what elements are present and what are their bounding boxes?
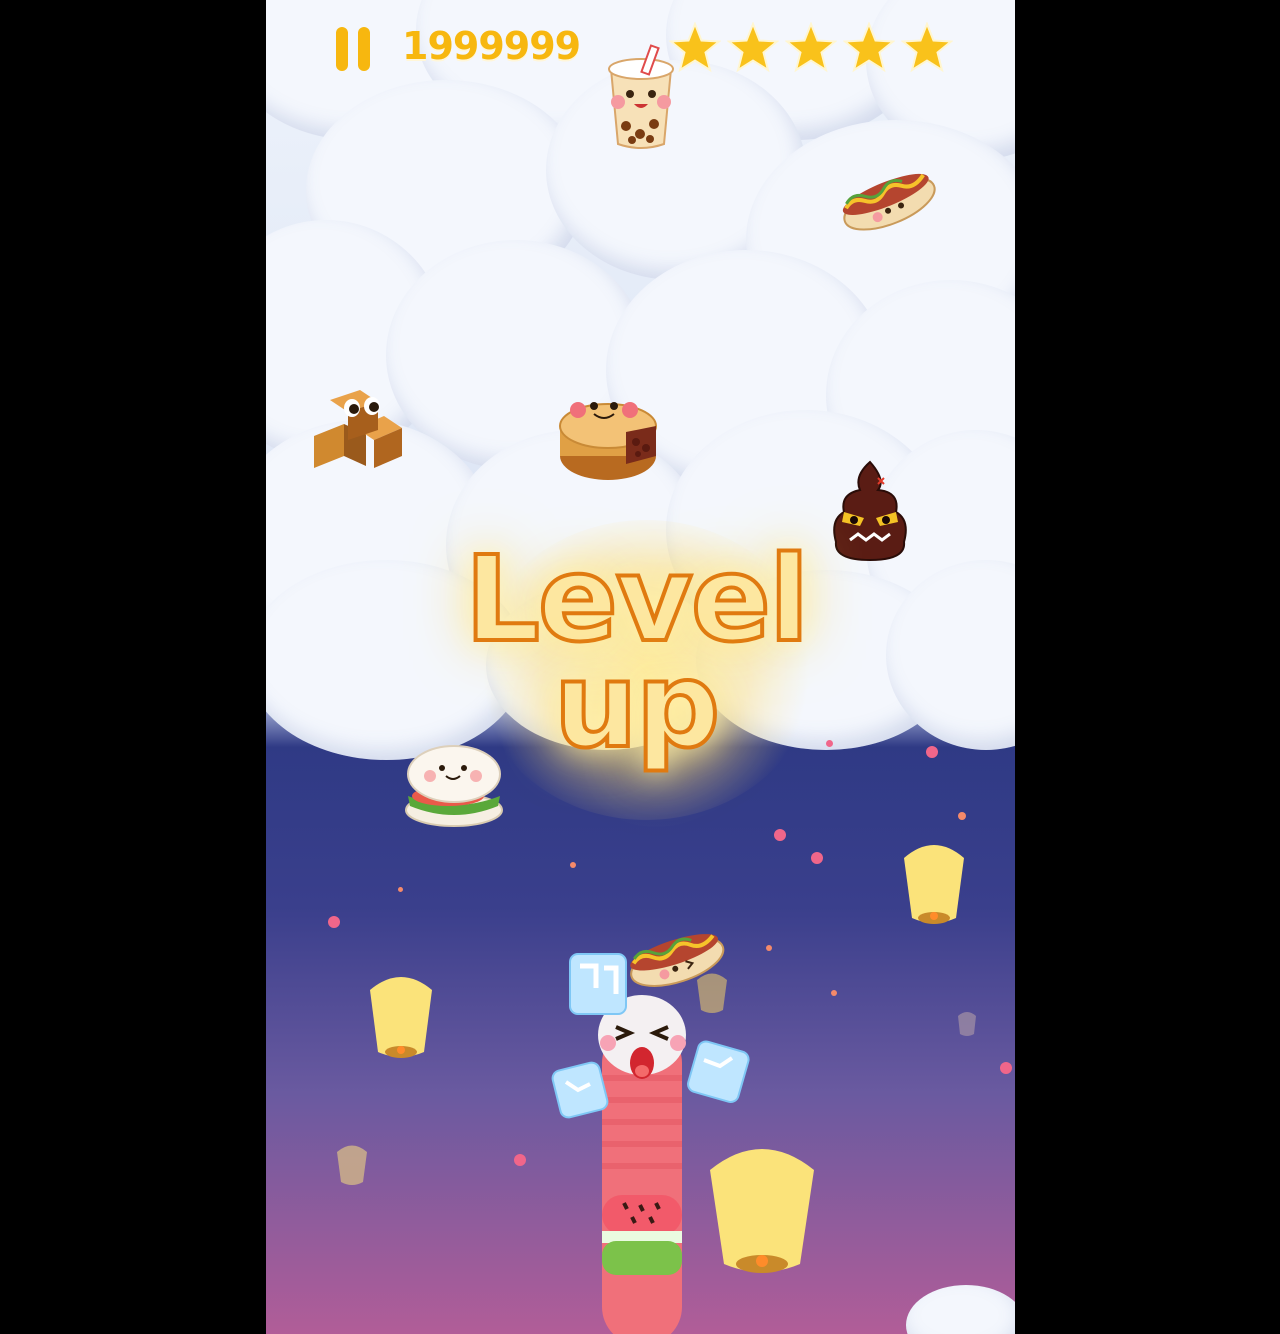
- hotdog-icon: [630, 934, 725, 987]
- ice-cube-icon: [569, 953, 627, 1015]
- bubble-tea-icon[interactable]: [596, 44, 686, 154]
- level-up-banner: Level up: [416, 538, 856, 766]
- sky-lantern: [904, 845, 964, 924]
- game-canvas[interactable]: 1999999 Level up: [266, 0, 1015, 1334]
- star-rating: [669, 22, 953, 74]
- watermelon-snake[interactable]: [598, 995, 686, 1334]
- star-icon: [901, 22, 953, 73]
- star-icon: [727, 22, 779, 73]
- sky-lantern: [958, 1012, 976, 1036]
- ice-cube-icon: [687, 1040, 750, 1104]
- ice-cube-icon: [551, 1061, 609, 1119]
- sky-lantern: [337, 1145, 367, 1185]
- mooncake-icon[interactable]: [556, 386, 662, 486]
- star-icon: [843, 22, 895, 73]
- sky-lantern: [370, 977, 432, 1058]
- hotdog-icon[interactable]: [836, 160, 941, 240]
- fudge-icon[interactable]: [304, 386, 404, 476]
- score-counter: 1999999: [402, 24, 581, 68]
- pause-icon: [336, 27, 348, 71]
- star-icon: [785, 22, 837, 73]
- sky-lantern: [710, 1149, 814, 1273]
- pause-button[interactable]: [336, 27, 372, 71]
